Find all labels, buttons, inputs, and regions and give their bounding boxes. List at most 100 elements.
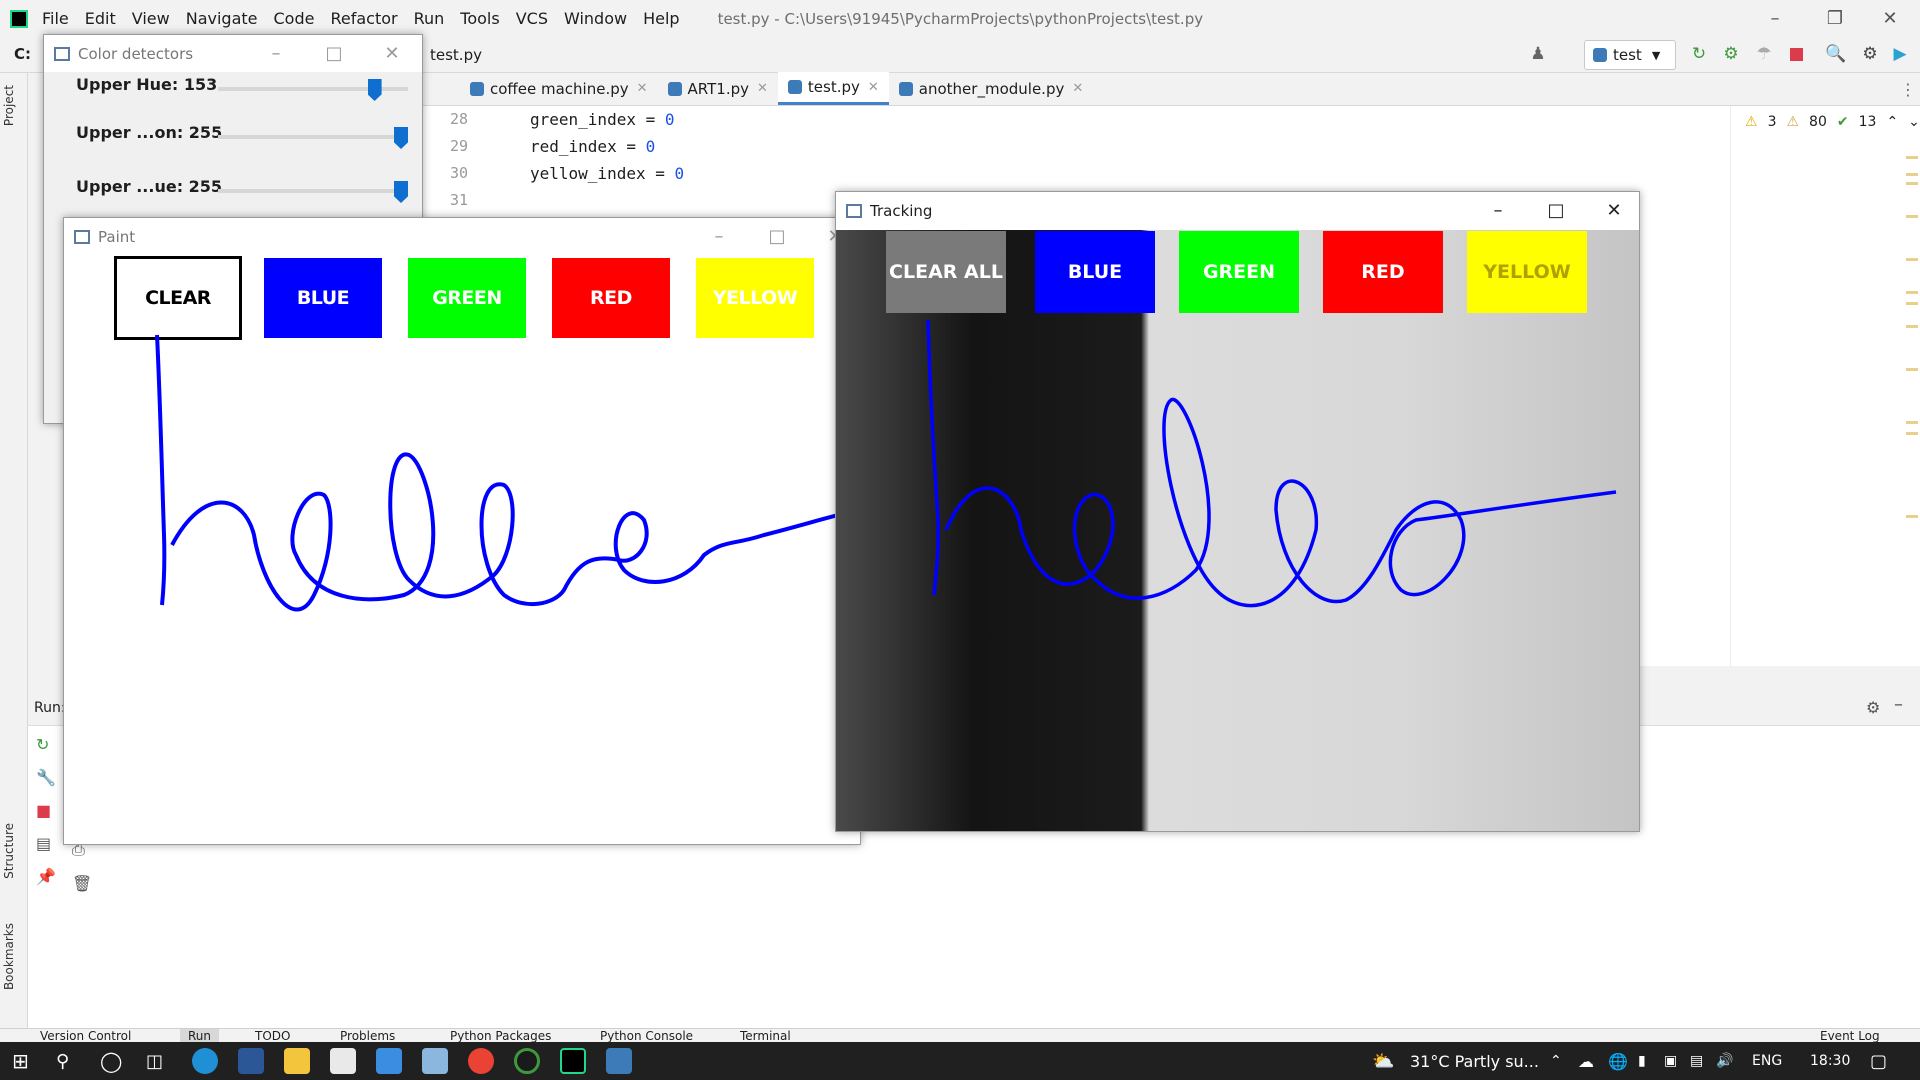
menu-file[interactable]: File (42, 9, 69, 28)
settings-icon[interactable]: ⚙ (1866, 698, 1880, 717)
close-tab-icon[interactable]: ✕ (637, 81, 648, 96)
menu-code[interactable]: Code (274, 9, 315, 28)
tab-another-module[interactable]: another_module.py ✕ (889, 72, 1093, 105)
minimize-button[interactable]: – (690, 218, 748, 255)
code-line[interactable]: yellow_index = 0 (530, 164, 684, 183)
file-explorer-icon[interactable] (284, 1048, 310, 1074)
run-configuration-select[interactable]: test ▼ (1584, 40, 1676, 70)
python-icon[interactable] (606, 1048, 632, 1074)
status-tab-run[interactable]: Run (180, 1029, 220, 1042)
mail-icon[interactable] (376, 1048, 402, 1074)
slider-thumb[interactable] (394, 181, 408, 203)
coverage-icon[interactable]: ☂ (1754, 44, 1774, 64)
more-tabs-icon[interactable]: ⋮ (1900, 80, 1916, 99)
close-tab-icon[interactable]: ✕ (1072, 81, 1083, 96)
debug-icon[interactable]: ⚙ (1721, 44, 1741, 64)
settings-icon[interactable]: ⚙ (1860, 44, 1880, 64)
stop-icon[interactable]: ■ (36, 801, 56, 820)
search-icon[interactable]: 🔍 (1825, 44, 1846, 64)
language-indicator[interactable]: ENG (1752, 1042, 1782, 1080)
maximize-button[interactable]: □ (1527, 192, 1585, 229)
notifications-icon[interactable]: ▢ (1870, 1042, 1887, 1080)
structure-tool-tab[interactable]: Structure (2, 823, 16, 879)
cortana-icon[interactable]: ◯ (100, 1042, 122, 1080)
task-view-icon[interactable]: ◫ (146, 1042, 163, 1080)
bookmarks-tool-tab[interactable]: Bookmarks (2, 923, 16, 990)
warnings-count[interactable]: 3 (1768, 114, 1777, 130)
wrench-icon[interactable]: 🔧 (36, 768, 56, 787)
pycharm-icon[interactable] (560, 1048, 586, 1074)
menu-vcs[interactable]: VCS (516, 9, 548, 28)
battery-icon[interactable]: ▮ (1638, 1042, 1646, 1080)
weather-text[interactable]: 31°C Partly su... (1410, 1042, 1539, 1080)
breadcrumb-file[interactable]: test.py (430, 46, 482, 64)
breadcrumb-drive[interactable]: C: (14, 45, 31, 63)
weather-icon[interactable]: ⛅ (1372, 1042, 1394, 1080)
notepad-icon[interactable] (422, 1048, 448, 1074)
display-icon[interactable]: ▤ (1690, 1042, 1703, 1080)
close-tab-icon[interactable]: ✕ (757, 81, 768, 96)
minimize-button[interactable]: – (1469, 192, 1527, 229)
volume-icon[interactable]: 🔊 (1716, 1042, 1733, 1080)
edge-icon[interactable] (192, 1048, 218, 1074)
status-tab-version-control[interactable]: Version Control (40, 1029, 131, 1042)
code-line[interactable]: green_index = 0 (530, 110, 675, 129)
rerun-icon[interactable]: ↻ (36, 735, 56, 754)
weak-warnings-count[interactable]: 80 (1809, 114, 1827, 130)
project-tool-tab[interactable]: Project (2, 85, 16, 126)
menu-tools[interactable]: Tools (460, 9, 499, 28)
minimize-button[interactable]: – (1745, 0, 1805, 37)
close-button[interactable]: ✕ (363, 35, 421, 72)
network-icon[interactable]: 🌐 (1608, 1042, 1628, 1080)
maximize-button[interactable]: □ (305, 35, 363, 72)
layout-icon[interactable]: ▤ (36, 834, 56, 853)
stop-button[interactable] (1786, 44, 1806, 64)
chevron-up-icon[interactable]: ⌃ (1550, 1042, 1562, 1080)
onedrive-icon[interactable]: ☁ (1578, 1042, 1594, 1080)
code-line[interactable]: red_index = 0 (530, 137, 655, 156)
typo-count[interactable]: 13 (1859, 114, 1877, 130)
menu-refactor[interactable]: Refactor (330, 9, 397, 28)
status-tab-python-packages[interactable]: Python Packages (450, 1029, 551, 1042)
slider-track[interactable] (218, 135, 408, 139)
menu-navigate[interactable]: Navigate (186, 9, 258, 28)
chevron-down-icon[interactable]: ⌄ (1908, 114, 1920, 130)
word-icon[interactable] (238, 1048, 264, 1074)
camera-feed[interactable]: CLEAR ALL BLUE GREEN RED YELLOW (836, 230, 1639, 831)
slider-thumb[interactable] (394, 127, 408, 149)
windows-start-icon[interactable]: ⊞ (12, 1042, 29, 1080)
search-icon[interactable]: ⚲ (56, 1042, 69, 1080)
chevron-up-icon[interactable]: ⌃ (1886, 114, 1898, 130)
status-tab-terminal[interactable]: Terminal (740, 1029, 791, 1042)
tab-coffee-machine[interactable]: coffee machine.py ✕ (460, 72, 658, 105)
event-log[interactable]: Event Log (1820, 1029, 1880, 1042)
minimize-button[interactable]: – (247, 35, 305, 72)
user-icon[interactable]: ♟ (1528, 44, 1548, 64)
slider-track[interactable] (218, 189, 408, 193)
rerun-icon[interactable]: ↻ (1689, 44, 1709, 64)
chrome-icon[interactable] (468, 1048, 494, 1074)
status-tab-problems[interactable]: Problems (340, 1029, 395, 1042)
trash-icon[interactable]: 🗑 (72, 874, 92, 893)
circle-app-icon[interactable] (514, 1048, 540, 1074)
paint-canvas[interactable] (64, 255, 860, 844)
menu-run[interactable]: Run (414, 9, 445, 28)
tab-art1[interactable]: ART1.py ✕ (658, 72, 778, 105)
close-tab-icon[interactable]: ✕ (868, 80, 879, 95)
maximize-button[interactable]: □ (748, 218, 806, 255)
slider-thumb[interactable] (367, 79, 382, 101)
restore-button[interactable]: ❐ (1805, 0, 1865, 37)
menu-window[interactable]: Window (564, 9, 627, 28)
pin-icon[interactable]: 📌 (36, 867, 56, 886)
menu-view[interactable]: View (132, 9, 170, 28)
status-tab-python-console[interactable]: Python Console (600, 1029, 693, 1042)
meet-icon[interactable]: ▣ (1664, 1042, 1677, 1080)
clock[interactable]: 18:30 (1810, 1042, 1850, 1080)
status-tab-todo[interactable]: TODO (255, 1029, 290, 1042)
close-button[interactable]: ✕ (1860, 0, 1920, 37)
code-with-me-icon[interactable]: ▶ (1890, 44, 1910, 64)
menu-help[interactable]: Help (643, 9, 679, 28)
hide-panel-icon[interactable]: – (1894, 694, 1903, 715)
close-button[interactable]: ✕ (1585, 192, 1643, 229)
menu-edit[interactable]: Edit (85, 9, 116, 28)
